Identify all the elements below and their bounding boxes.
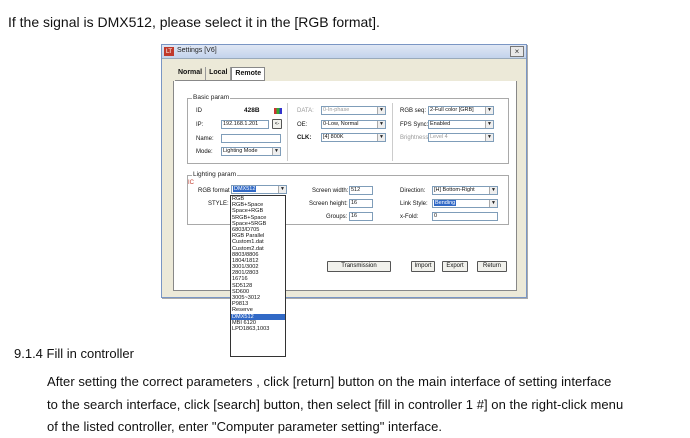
divider xyxy=(287,103,288,161)
chevron-down-icon: ▼ xyxy=(489,200,497,207)
data-label: DATA: xyxy=(297,108,314,114)
rgb-seq-label: RGB seq: xyxy=(400,108,427,114)
clk-value: [4] 800K xyxy=(323,134,344,140)
groups-field[interactable]: 16 xyxy=(349,212,373,221)
paragraph-line: to the search interface, click [search] … xyxy=(47,397,624,412)
chevron-down-icon: ▼ xyxy=(485,107,493,114)
fps-sync-select[interactable]: Enabled ▼ xyxy=(428,120,494,129)
tab-normal[interactable]: Normal xyxy=(175,67,207,80)
return-button[interactable]: Return xyxy=(477,261,507,272)
chevron-down-icon: ▼ xyxy=(272,148,280,155)
ip-label: IP: xyxy=(196,122,204,128)
rgb-seq-select[interactable]: 2-Full color [GRB] ▼ xyxy=(428,106,494,115)
style-option[interactable]: LPD1863,1003 xyxy=(231,326,285,332)
oe-label: OE: xyxy=(297,122,308,128)
groups-label: Groups: xyxy=(326,214,348,220)
chevron-down-icon: ▼ xyxy=(489,187,497,194)
title-bar[interactable]: LT Settings [V6] × xyxy=(162,45,526,59)
x-fold-label: x-Fold: xyxy=(400,214,419,220)
divider xyxy=(392,103,393,161)
name-field[interactable] xyxy=(221,134,281,143)
export-button[interactable]: Export xyxy=(442,261,468,272)
x-fold-field[interactable]: 0 xyxy=(432,212,498,221)
style-options-list[interactable]: RGB RGB+Space Space+RGB 5RGB+Space Space+5RG… xyxy=(230,195,286,357)
mode-label: Mode: xyxy=(196,149,213,155)
chevron-down-icon: ▼ xyxy=(377,107,385,114)
transmission-button[interactable]: Transmission xyxy=(327,261,391,272)
screen-height-field[interactable]: 16 xyxy=(349,199,373,208)
clk-label: CLK: xyxy=(297,135,312,141)
tab-remote[interactable]: Remote xyxy=(231,67,266,80)
rgb-format-value: DMX512 xyxy=(233,186,257,192)
ip-field[interactable]: 192.168.1.201 xyxy=(221,120,269,129)
tab-bar: Normal Local Remote xyxy=(175,67,266,81)
direction-select[interactable]: [H] Bottom-Right ▼ xyxy=(432,186,498,195)
paragraph-line: After setting the correct parameters , c… xyxy=(47,374,612,389)
window-title: Settings [V6] xyxy=(177,47,217,54)
rgb-format-select[interactable]: DMX512 ▼ xyxy=(231,185,287,194)
ip-arrow-button[interactable]: <- xyxy=(272,119,282,129)
chevron-down-icon: ▼ xyxy=(485,121,493,128)
brightness-select[interactable]: Level 4 ▼ xyxy=(428,133,494,142)
clk-select[interactable]: [4] 800K ▼ xyxy=(321,133,386,142)
rgb-icon xyxy=(274,108,282,114)
link-style-label: Link Style: xyxy=(400,201,428,207)
data-value: 0-In-phase xyxy=(323,107,350,113)
direction-value: [H] Bottom-Right xyxy=(434,187,475,193)
rgb-seq-value: 2-Full color [GRB] xyxy=(430,107,474,113)
close-icon[interactable]: × xyxy=(510,46,524,57)
intro-text: If the signal is DMX512, please select i… xyxy=(8,14,380,30)
settings-window: LT Settings [V6] × Normal Local Remote B… xyxy=(161,44,527,298)
id-label: ID xyxy=(196,108,202,114)
paragraph-line: of the listed controller, enter "Compute… xyxy=(47,419,443,434)
app-icon: LT xyxy=(164,47,174,56)
chevron-down-icon: ▼ xyxy=(485,134,493,141)
brightness-label: Brightness: xyxy=(400,135,431,141)
ic-label: IC xyxy=(188,180,194,186)
lighting-param-legend: Lighting param xyxy=(192,171,237,178)
oe-value: 0-Low, Normal xyxy=(323,121,359,127)
screen-width-field[interactable]: 512 xyxy=(349,186,373,195)
rgb-format-label: RGB format xyxy=(198,188,230,194)
mode-value: Lighting Mode xyxy=(223,148,258,154)
name-label: Name: xyxy=(196,136,214,142)
brightness-value: Level 4 xyxy=(430,134,448,140)
basic-param-legend: Basic param xyxy=(192,94,231,101)
section-heading: 9.1.4 Fill in controller xyxy=(14,346,134,361)
fps-sync-value: Enabled xyxy=(430,121,451,127)
chevron-down-icon: ▼ xyxy=(377,121,385,128)
style-label: STYLE: xyxy=(208,201,229,207)
screen-width-label: Screen width: xyxy=(312,188,349,194)
data-select[interactable]: 0-In-phase ▼ xyxy=(321,106,386,115)
tab-panel: Basic param ID 428B IP: 192.168.1.201 <-… xyxy=(173,81,517,291)
id-value: 428B xyxy=(244,107,260,114)
chevron-down-icon: ▼ xyxy=(278,186,286,193)
screen-height-label: Screen height: xyxy=(309,201,348,207)
chevron-down-icon: ▼ xyxy=(377,134,385,141)
link-style-select[interactable]: Bending ▼ xyxy=(432,199,498,208)
mode-select[interactable]: Lighting Mode ▼ xyxy=(221,147,281,156)
tab-local[interactable]: Local xyxy=(206,67,232,80)
oe-select[interactable]: 0-Low, Normal ▼ xyxy=(321,120,386,129)
import-button[interactable]: Import xyxy=(411,261,435,272)
direction-label: Direction: xyxy=(400,188,426,194)
link-style-value: Bending xyxy=(434,200,457,206)
fps-sync-label: FPS Sync: xyxy=(400,122,429,128)
